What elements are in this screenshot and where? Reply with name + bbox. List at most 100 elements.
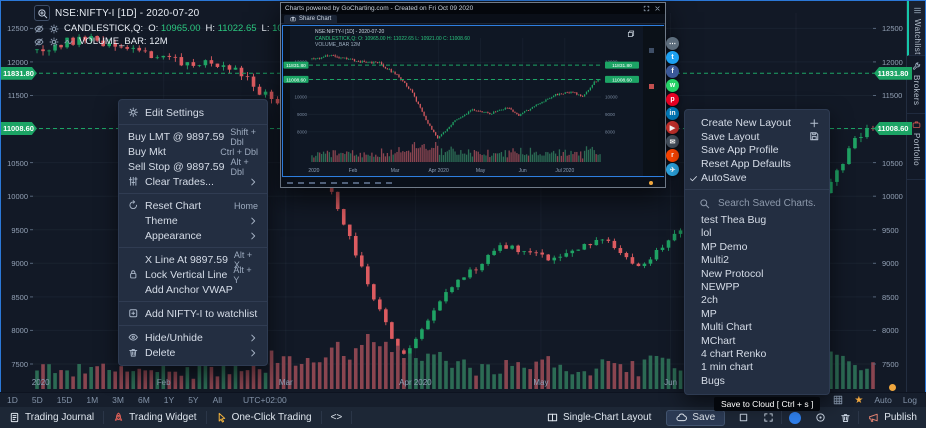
series-settings-gear-icon[interactable] [49, 24, 59, 34]
volume-settings-gear-icon[interactable] [49, 37, 59, 47]
saved-chart-item[interactable]: MP [685, 308, 829, 321]
megaphone-icon [868, 412, 879, 423]
magnifier-zoom-button[interactable] [34, 5, 50, 21]
share-email-button[interactable]: ✉ [666, 135, 679, 148]
menu-item-reset-chart[interactable]: Reset ChartHome [119, 198, 267, 213]
saved-chart-item[interactable]: 4 chart Renko [685, 348, 829, 361]
saved-chart-item[interactable]: lol [685, 227, 829, 240]
saved-chart-item[interactable]: Multi Chart [685, 321, 829, 334]
menu-item-lock-vertical-line[interactable]: Lock Vertical LineAlt + Y [119, 267, 267, 282]
timeframe-1m[interactable]: 1M [79, 395, 105, 405]
share-youtube-button[interactable]: ▶ [666, 121, 679, 134]
svg-text:9000: 9000 [605, 112, 616, 117]
chat-icon[interactable] [789, 412, 801, 424]
delete-drawings-button[interactable] [833, 412, 858, 423]
timeframe-5y[interactable]: 5Y [181, 395, 205, 405]
menu-item-add-nifty-i-to-watchlist[interactable]: Add NIFTY-I to watchlist [119, 306, 267, 321]
tab-share-chart[interactable]: Share Chart [284, 15, 337, 23]
saved-chart-item[interactable]: MP Demo [685, 241, 829, 254]
layout-menu-item-autosave[interactable]: AutoSave [685, 171, 829, 185]
share-linkedin-button[interactable]: in [666, 107, 679, 120]
publish-button[interactable]: Publish [859, 407, 926, 428]
saved-chart-item[interactable]: Multi2 [685, 254, 829, 267]
screenshot-region-button[interactable] [731, 412, 756, 423]
menu-item-label: Add Anchor VWAP [145, 284, 258, 296]
menu-item-delete[interactable]: Delete [119, 345, 267, 360]
layout-menu-item-save-layout[interactable]: Save Layout [685, 130, 829, 144]
price-level-badge: 11831.80 [874, 67, 912, 80]
symbol-title: NSE:NIFTY-I [1D] - 2020-07-20 [55, 8, 199, 19]
hide-volume-eye-icon[interactable] [34, 37, 44, 47]
share-twitter-button[interactable]: t [666, 51, 679, 64]
share-share-more-button[interactable]: ⋯ [666, 37, 679, 50]
copy-snapshot-icon[interactable] [627, 30, 635, 38]
gear-icon [128, 107, 145, 118]
saved-chart-item[interactable]: NEWPP [685, 281, 829, 294]
code-button[interactable]: <> [322, 407, 352, 428]
saved-chart-item[interactable]: New Protocol [685, 268, 829, 281]
svg-text:10000: 10000 [605, 95, 618, 100]
favorite-star-icon[interactable]: ★ [854, 395, 863, 406]
crosshair-button[interactable] [808, 412, 833, 423]
blank-icon [128, 284, 145, 295]
grid-settings-icon[interactable] [833, 395, 843, 405]
timeframe-1y[interactable]: 1Y [157, 395, 181, 405]
divider [351, 411, 352, 424]
svg-text:2020: 2020 [32, 378, 50, 387]
blank-icon [128, 215, 145, 226]
menu-item-label: Buy LMT @ 9897.59 [128, 131, 224, 143]
saved-chart-item[interactable]: 2ch [685, 294, 829, 307]
menu-item-theme[interactable]: Theme [119, 213, 267, 228]
menu-item-sell-stop-9897-59[interactable]: Sell Stop @ 9897.59Alt + Dbl [119, 159, 267, 174]
snapshot-expand-icon[interactable] [643, 5, 650, 12]
saved-chart-item[interactable]: test Thea Bug [685, 214, 829, 227]
auto-scale-button[interactable]: Auto [874, 395, 892, 405]
menu-item-edit-settings[interactable]: Edit Settings [119, 105, 267, 120]
menu-item-label: Hide/Unhide [145, 332, 248, 344]
saved-chart-item[interactable]: MChart [685, 335, 829, 348]
price-tick-left: 9000 [0, 259, 28, 268]
menu-item-label: Buy Mkt [128, 146, 214, 158]
svg-text:11008.60: 11008.60 [286, 77, 306, 83]
layout-menu-item-reset-app-defaults[interactable]: Reset App Defaults [685, 157, 829, 171]
timezone-label[interactable]: UTC+02:00 [243, 395, 287, 405]
menu-item-buy-lmt-9897-59[interactable]: Buy LMT @ 9897.59 Shift + Dbl [119, 129, 267, 144]
save-button[interactable]: Save [666, 410, 725, 426]
share-pinterest-button[interactable]: p [666, 93, 679, 106]
mini-toolbar-mark [364, 182, 370, 184]
share-facebook-button[interactable]: f [666, 65, 679, 78]
menu-item-appearance[interactable]: Appearance [119, 228, 267, 243]
menu-item-hide-unhide[interactable]: Hide/Unhide [119, 330, 267, 345]
timeframe-1d[interactable]: 1D [0, 395, 25, 405]
layout-menu-item-save-app-profile[interactable]: Save App Profile [685, 144, 829, 158]
saved-chart-item[interactable]: Bugs [685, 375, 829, 388]
layout-menu-item-create-new-layout[interactable]: Create New Layout [685, 116, 829, 130]
share-telegram-button[interactable]: ✈ [666, 163, 679, 176]
timeframe-5d[interactable]: 5D [25, 395, 50, 405]
price-tick-right: 8000 [882, 326, 899, 335]
menu-shortcut: Shift + Dbl [230, 127, 258, 147]
one-click-trading-button[interactable]: One-Click Trading [207, 407, 321, 428]
timeframe-3m[interactable]: 3M [105, 395, 131, 405]
fullscreen-button[interactable] [756, 412, 781, 423]
price-tick-left: 12000 [0, 58, 28, 67]
single-chart-layout-button[interactable]: Single-Chart Layout [538, 407, 660, 428]
share-whatsapp-button[interactable]: w [666, 79, 679, 92]
tab-watchlist[interactable]: Watchlist [907, 0, 926, 56]
snapshot-close-icon[interactable] [654, 5, 661, 12]
menu-item-label: Theme [145, 215, 248, 227]
timeframe-15d[interactable]: 15D [50, 395, 80, 405]
volume-wave-icon [64, 37, 74, 47]
saved-charts-search[interactable]: Search Saved Charts. [685, 194, 829, 214]
trading-widget-button[interactable]: Trading Widget [104, 407, 205, 428]
timeframe-6m[interactable]: 6M [131, 395, 157, 405]
menu-item-clear-trades[interactable]: Clear Trades... [119, 174, 267, 189]
trading-journal-button[interactable]: Trading Journal [0, 407, 103, 428]
saved-chart-item[interactable]: 1 min chart [685, 361, 829, 374]
menu-item-add-anchor-vwap[interactable]: Add Anchor VWAP [119, 282, 267, 297]
share-reddit-button[interactable]: r [666, 149, 679, 162]
log-scale-button[interactable]: Log [903, 395, 917, 405]
tab-brokers[interactable]: Brokers [907, 56, 926, 114]
hide-series-eye-icon[interactable] [34, 24, 44, 34]
timeframe-all[interactable]: All [206, 395, 229, 405]
